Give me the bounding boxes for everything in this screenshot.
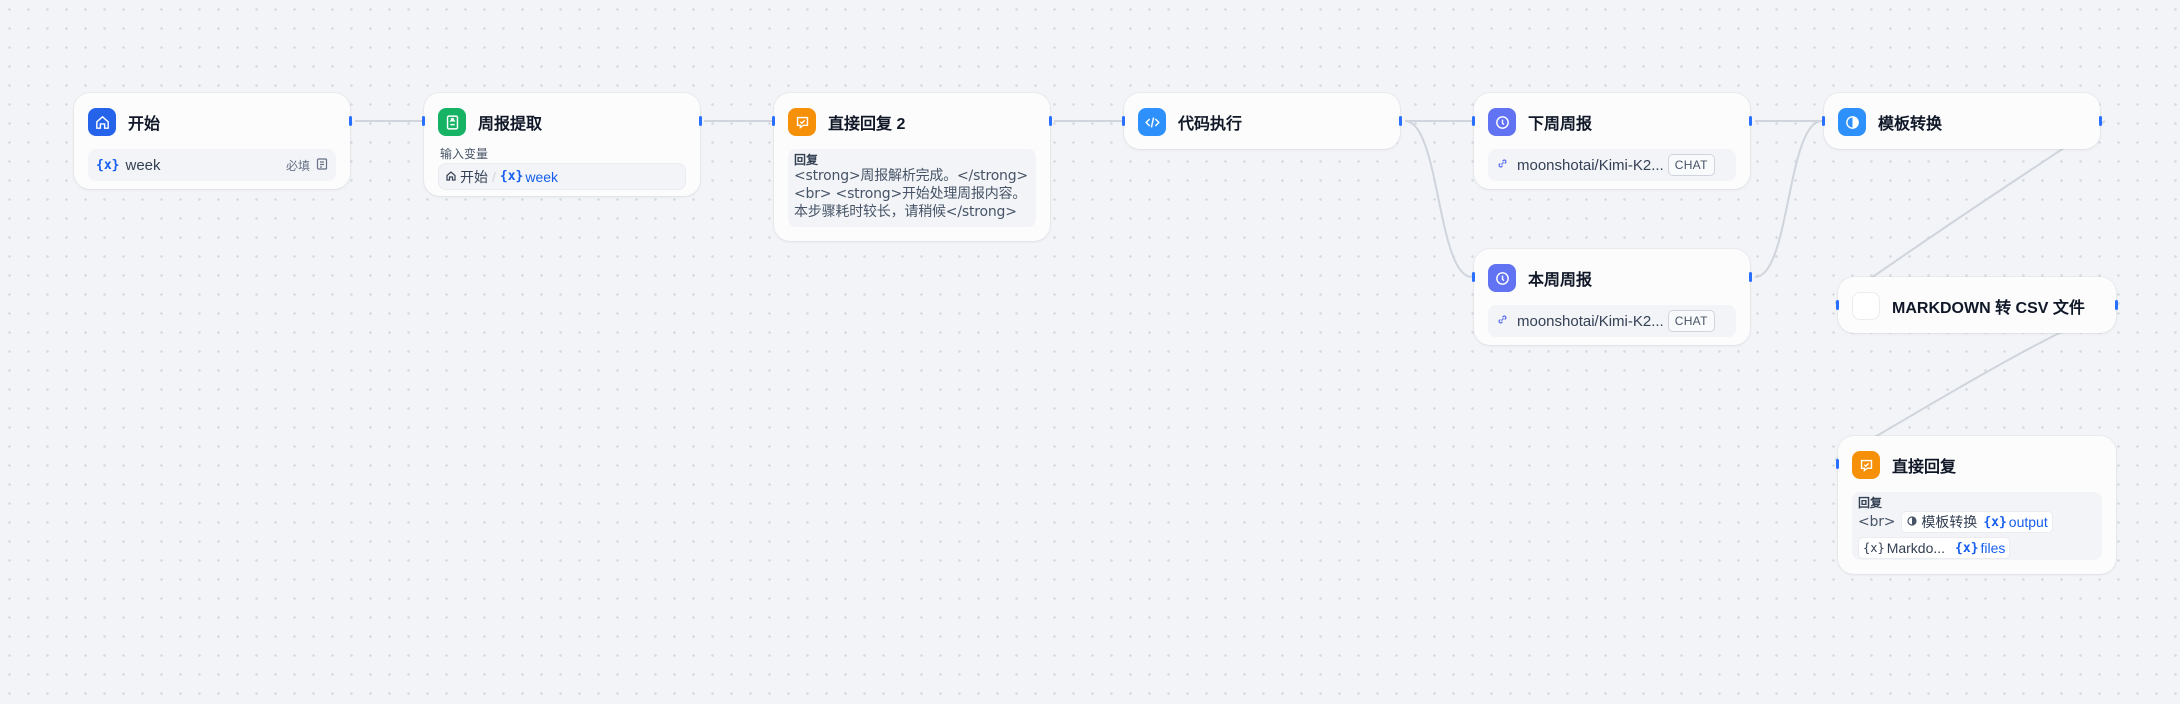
start-node[interactable]: 开始 {x} week 必填 <box>74 93 352 189</box>
reply-line: <strong>周报解析完成。</strong> <box>794 168 1028 184</box>
model-mode-badge: CHAT <box>1667 154 1715 176</box>
node-title: 直接回复 <box>1892 459 1957 476</box>
source-node-name: 开始 <box>460 168 488 185</box>
home-icon <box>88 108 116 136</box>
variable-icon: {x} <box>1955 540 1979 556</box>
input-handle[interactable] <box>1472 116 1475 126</box>
node-title: 本周周报 <box>1528 272 1593 289</box>
reply-icon <box>1852 451 1880 479</box>
output-handle[interactable] <box>699 116 702 126</box>
separator: / <box>492 168 496 185</box>
code-node-header: 代码执行 <box>1138 107 1242 137</box>
variable-icon: {x} <box>499 169 524 184</box>
node-title: 下周周报 <box>1528 116 1593 133</box>
model-name: moonshotai/Kimi-K2... <box>1517 156 1664 174</box>
variable-chip-template[interactable]: 模板转换 {x} output <box>1901 511 2053 533</box>
input-handle[interactable] <box>1836 300 1839 310</box>
input-handle[interactable] <box>422 116 425 126</box>
reply-label: 回复 <box>1858 496 1883 510</box>
template-icon <box>1906 514 1918 530</box>
extract-node[interactable]: 周报提取 输入变量 开始 / {x} week <box>422 93 702 196</box>
home-icon <box>445 169 457 185</box>
code-icon <box>1138 108 1166 136</box>
source-variable-name: week <box>525 168 559 185</box>
input-variable-label: 输入变量 <box>440 147 489 161</box>
reply-node[interactable]: 直接回复 回复 <br> 模板转换 {x} output {x} Markdo.… <box>1836 436 2116 574</box>
node-title: 代码执行 <box>1178 116 1243 133</box>
variable-name: week <box>125 156 161 174</box>
output-handle[interactable] <box>349 116 352 126</box>
template-icon <box>1838 108 1866 136</box>
start-variable-row[interactable]: {x} week 必填 <box>88 149 336 181</box>
variable-icon: {x} <box>1863 541 1885 555</box>
output-handle[interactable] <box>1399 116 1402 126</box>
input-handle[interactable] <box>772 116 775 126</box>
extract-node-header: 周报提取 <box>438 107 542 137</box>
input-variable-field[interactable]: 开始 / {x} week <box>438 163 686 190</box>
reply-text: <br> <box>1858 514 1896 530</box>
chip-node-name: Markdo... <box>1886 540 1946 556</box>
variable-chip-markdown[interactable]: {x} Markdo... {x} files <box>1858 537 2011 559</box>
model-selector[interactable]: moonshotai/Kimi-K2... CHAT <box>1488 305 1736 337</box>
template-node[interactable]: 模板转换 <box>1822 93 2102 149</box>
output-handle[interactable] <box>2099 116 2102 126</box>
input-handle[interactable] <box>1122 116 1125 126</box>
output-handle[interactable] <box>2115 300 2118 310</box>
output-handle[interactable] <box>1049 116 1052 126</box>
node-title: 直接回复 2 <box>828 116 906 133</box>
llm-icon <box>1488 108 1516 136</box>
chip-variable-name: files <box>1980 540 2006 556</box>
chip-node-name: 模板转换 <box>1921 514 1978 530</box>
markdown-to-csv-node-header: MARKDOWN 转 CSV 文件 <box>1852 291 2085 321</box>
text-input-icon <box>316 157 328 174</box>
node-title: 模板转换 <box>1878 116 1943 133</box>
input-handle[interactable] <box>1822 116 1825 126</box>
reply-label: 回复 <box>794 153 819 167</box>
required-label: 必填 <box>285 158 310 173</box>
model-mode-badge: CHAT <box>1667 310 1715 332</box>
variable-icon: {x} <box>96 157 120 173</box>
edge-code-thisweek <box>1404 120 1473 278</box>
link-icon <box>1496 313 1509 330</box>
variable-icon: {x} <box>1983 514 2007 530</box>
reply-content-box[interactable]: 回复 <br> 模板转换 {x} output {x} Markdo... {x… <box>1852 492 2102 560</box>
blank-icon <box>1852 292 1880 320</box>
reply-icon <box>788 108 816 136</box>
model-selector[interactable]: moonshotai/Kimi-K2... CHAT <box>1488 149 1736 181</box>
edge-thisweek-template <box>1754 120 1823 278</box>
output-handle[interactable] <box>1749 272 1752 282</box>
next-week-node[interactable]: 下周周报 moonshotai/Kimi-K2... CHAT <box>1472 93 1752 189</box>
markdown-to-csv-node[interactable]: MARKDOWN 转 CSV 文件 <box>1836 277 2118 333</box>
link-icon <box>1496 157 1509 174</box>
this-week-node[interactable]: 本周周报 moonshotai/Kimi-K2... CHAT <box>1472 249 1752 345</box>
chip-variable-name: output <box>2008 514 2048 530</box>
input-handle[interactable] <box>1836 459 1839 469</box>
node-title: 周报提取 <box>478 116 543 133</box>
code-node[interactable]: 代码执行 <box>1122 93 1402 149</box>
this-week-node-header: 本周周报 <box>1488 263 1592 293</box>
reply-line: <br> <strong>开始处理周报内容。 <box>794 186 1027 202</box>
next-week-node-header: 下周周报 <box>1488 107 1592 137</box>
document-icon <box>438 108 466 136</box>
reply-line: 本步骤耗时较长，请稍候</strong> <box>794 204 1017 220</box>
reply-content-box[interactable]: 回复 <strong>周报解析完成。</strong> <br> <strong… <box>788 149 1036 227</box>
reply2-node[interactable]: 直接回复 2 回复 <strong>周报解析完成。</strong> <br> … <box>772 93 1052 241</box>
node-title: MARKDOWN 转 CSV 文件 <box>1892 300 2085 317</box>
node-title: 开始 <box>128 116 161 133</box>
llm-icon <box>1488 264 1516 292</box>
input-handle[interactable] <box>1472 272 1475 282</box>
template-node-header: 模板转换 <box>1838 107 1942 137</box>
start-node-header: 开始 <box>88 107 160 137</box>
reply-node-header: 直接回复 <box>1852 450 1956 480</box>
reply2-node-header: 直接回复 2 <box>788 107 905 137</box>
output-handle[interactable] <box>1749 116 1752 126</box>
model-name: moonshotai/Kimi-K2... <box>1517 312 1664 330</box>
